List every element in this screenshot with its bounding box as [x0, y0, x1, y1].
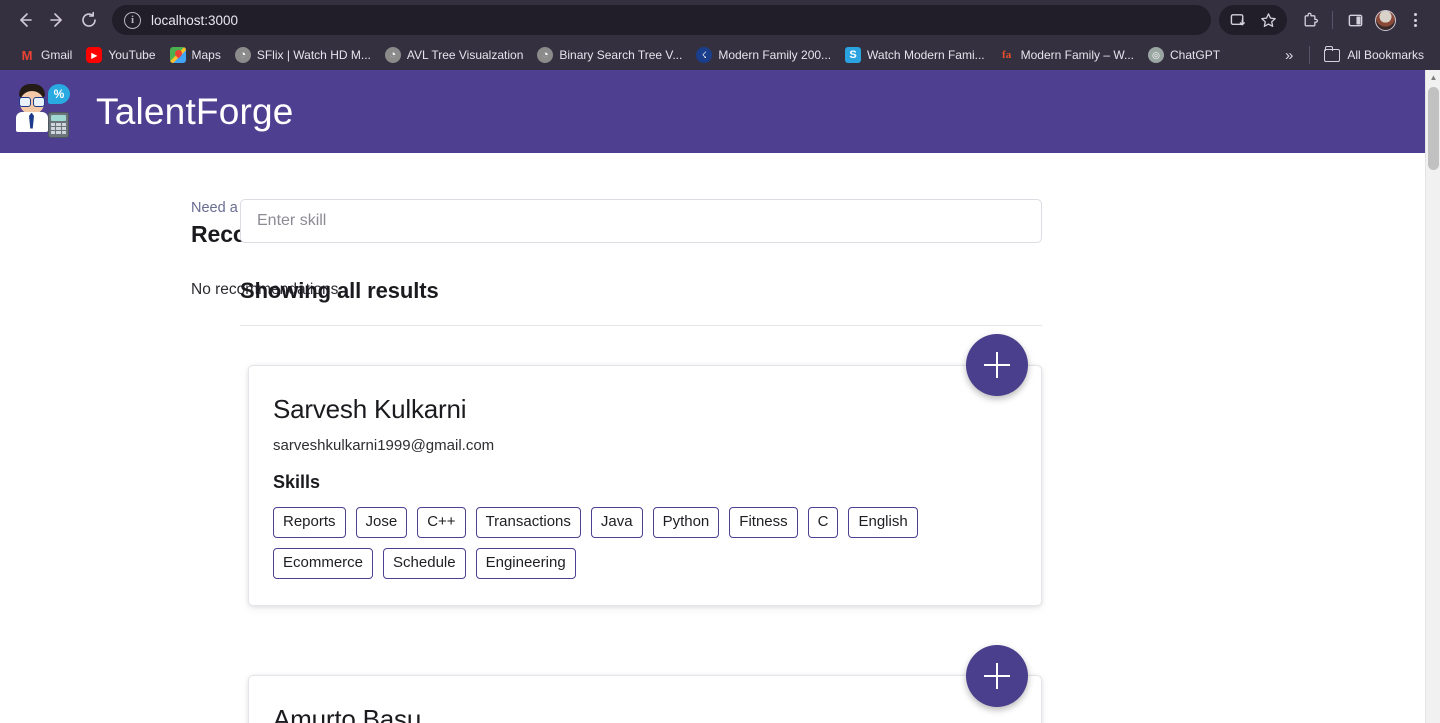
profile-avatar[interactable]: [1370, 5, 1400, 35]
gmail-icon: M: [21, 47, 33, 63]
bookmarks-divider: [1309, 46, 1311, 64]
chrome-menu-icon[interactable]: [1400, 5, 1430, 35]
all-bookmarks-label: All Bookmarks: [1347, 48, 1424, 62]
skill-chip[interactable]: Java: [590, 507, 643, 538]
recommendations-title: Recommended skills: [191, 220, 418, 249]
site-info-icon[interactable]: i: [124, 11, 141, 29]
add-candidate-button[interactable]: [966, 334, 1028, 396]
candidate-card[interactable]: Sarvesh Kulkarni sarveshkulkarni1999@gma…: [248, 365, 1042, 606]
youtube-icon: ▶: [86, 47, 103, 63]
scrollbar-thumb[interactable]: [1428, 87, 1439, 170]
bookmark-item[interactable]: ◔ Binary Search Tree V...: [530, 44, 689, 66]
results-divider: [240, 325, 1042, 326]
bookmark-item[interactable]: M Gmail: [12, 44, 79, 66]
app-header: % TalentForge: [0, 70, 1425, 153]
side-panel-icon[interactable]: [1340, 5, 1370, 35]
folder-icon: [1324, 45, 1341, 62]
bookmark-item[interactable]: ◔ AVL Tree Visualzation: [378, 44, 531, 66]
bookmark-item[interactable]: S Watch Modern Fami...: [838, 44, 992, 66]
bookmark-label: Maps: [191, 48, 221, 62]
browser-toolbar-right: [1219, 5, 1430, 35]
bookmark-label: Gmail: [41, 48, 73, 62]
skills-label: Skills: [273, 472, 321, 492]
skill-chip[interactable]: Fitness: [729, 507, 798, 538]
candidate-block: Sarvesh Kulkarni sarveshkulkarni1999@gma…: [240, 334, 1042, 606]
bookmark-label: YouTube: [108, 48, 156, 62]
skill-chip[interactable]: Python: [652, 507, 720, 538]
bookmark-label: Binary Search Tree V...: [559, 48, 683, 62]
chatgpt-icon: ◎: [1148, 47, 1165, 63]
percent-badge-icon: %: [48, 83, 70, 104]
bookmark-label: Modern Family 200...: [718, 48, 832, 62]
skill-chip[interactable]: English: [848, 507, 918, 538]
recommendations-empty-state: No recommendations: [191, 281, 339, 298]
skill-chip[interactable]: Transactions: [475, 507, 581, 538]
globe-icon: ◔: [234, 47, 251, 63]
page-body: Need a guy for a position? Recommended s…: [0, 153, 1425, 723]
bookmarks-overflow-icon[interactable]: »: [1275, 47, 1303, 64]
bookmarks-overflow: » All Bookmarks: [1275, 45, 1432, 65]
bookmark-item[interactable]: Maps: [163, 44, 228, 66]
bookmark-label: Watch Modern Fami...: [867, 48, 985, 62]
toolbar-divider: [1332, 11, 1333, 29]
bookmark-label: Modern Family – W...: [1020, 48, 1135, 62]
extensions-icon[interactable]: [1295, 5, 1325, 35]
candidate-email: sarveshkulkarni1999@gmail.com: [273, 437, 495, 454]
bookmark-star-icon[interactable]: [1253, 5, 1283, 35]
skill-chip[interactable]: C: [807, 507, 839, 538]
candidate-name: Sarvesh Kulkarni: [273, 394, 467, 424]
skill-chip[interactable]: C++: [417, 507, 466, 538]
recommendations-kicker: Need a guy for a position?: [191, 200, 360, 216]
bookmark-label: AVL Tree Visualzation: [406, 48, 524, 62]
page-scrollbar[interactable]: ▲: [1425, 70, 1440, 723]
results-panel: Showing all results Sarvesh Kulkarni sar…: [240, 199, 1042, 723]
address-bar-url: localhost:3000: [151, 12, 239, 28]
add-candidate-button[interactable]: [966, 645, 1028, 707]
fandango-icon: fa: [1002, 49, 1012, 61]
candidate-card[interactable]: Amurto Basu: [248, 675, 1042, 723]
omnibox-action-pill: [1219, 5, 1287, 35]
all-bookmarks-button[interactable]: All Bookmarks: [1316, 45, 1432, 65]
plus-icon: [984, 663, 1010, 689]
results-heading: Showing all results: [240, 278, 439, 303]
address-bar[interactable]: i localhost:3000: [112, 5, 1211, 35]
modern-family-icon: ☇: [696, 47, 713, 63]
reload-icon[interactable]: [74, 5, 104, 35]
soap2day-icon: S: [845, 47, 862, 63]
globe-icon: ◔: [384, 47, 401, 63]
skills-chip-list: Reports Jose C++ Transactions Java Pytho…: [273, 507, 963, 579]
candidate-name: Amurto Basu: [273, 704, 422, 723]
recommendations-panel: Need a guy for a position? Recommended s…: [0, 199, 418, 723]
browser-nav-bar: i localhost:3000: [0, 0, 1440, 40]
browser-chrome: i localhost:3000 M Gmail ▶ YouTube Maps …: [0, 0, 1440, 70]
skill-chip[interactable]: Reports: [273, 507, 346, 538]
skill-chip[interactable]: Ecommerce: [273, 548, 374, 579]
app-title: TalentForge: [96, 91, 294, 132]
bookmark-item[interactable]: ◔ SFlix | Watch HD M...: [228, 44, 378, 66]
bookmark-label: ChatGPT: [1170, 48, 1221, 62]
application-viewport: % TalentForge Need a guy for a position?…: [0, 70, 1440, 723]
maps-icon: [169, 47, 186, 63]
bookmark-label: SFlix | Watch HD M...: [256, 48, 371, 62]
back-arrow-icon[interactable]: [10, 5, 40, 35]
skill-chip[interactable]: Jose: [355, 507, 408, 538]
accountant-avatar-logo-icon: %: [14, 83, 70, 140]
candidate-block: Amurto Basu: [240, 645, 1042, 723]
scrollbar-up-arrow-icon[interactable]: ▲: [1426, 70, 1440, 85]
search-input[interactable]: [240, 199, 1042, 243]
skill-chip[interactable]: Schedule: [383, 548, 466, 579]
globe-icon: ◔: [537, 47, 554, 63]
skill-chip[interactable]: Engineering: [475, 548, 576, 579]
bookmark-item[interactable]: ▶ YouTube: [79, 44, 162, 66]
install-app-icon[interactable]: [1223, 5, 1253, 35]
bookmark-item[interactable]: ◎ ChatGPT: [1141, 44, 1227, 66]
forward-arrow-icon[interactable]: [42, 5, 72, 35]
bookmarks-bar: M Gmail ▶ YouTube Maps ◔ SFlix | Watch H…: [0, 40, 1440, 70]
bookmark-item[interactable]: fa Modern Family – W...: [992, 44, 1141, 66]
bookmark-item[interactable]: ☇ Modern Family 200...: [689, 44, 838, 66]
plus-icon: [984, 352, 1010, 378]
